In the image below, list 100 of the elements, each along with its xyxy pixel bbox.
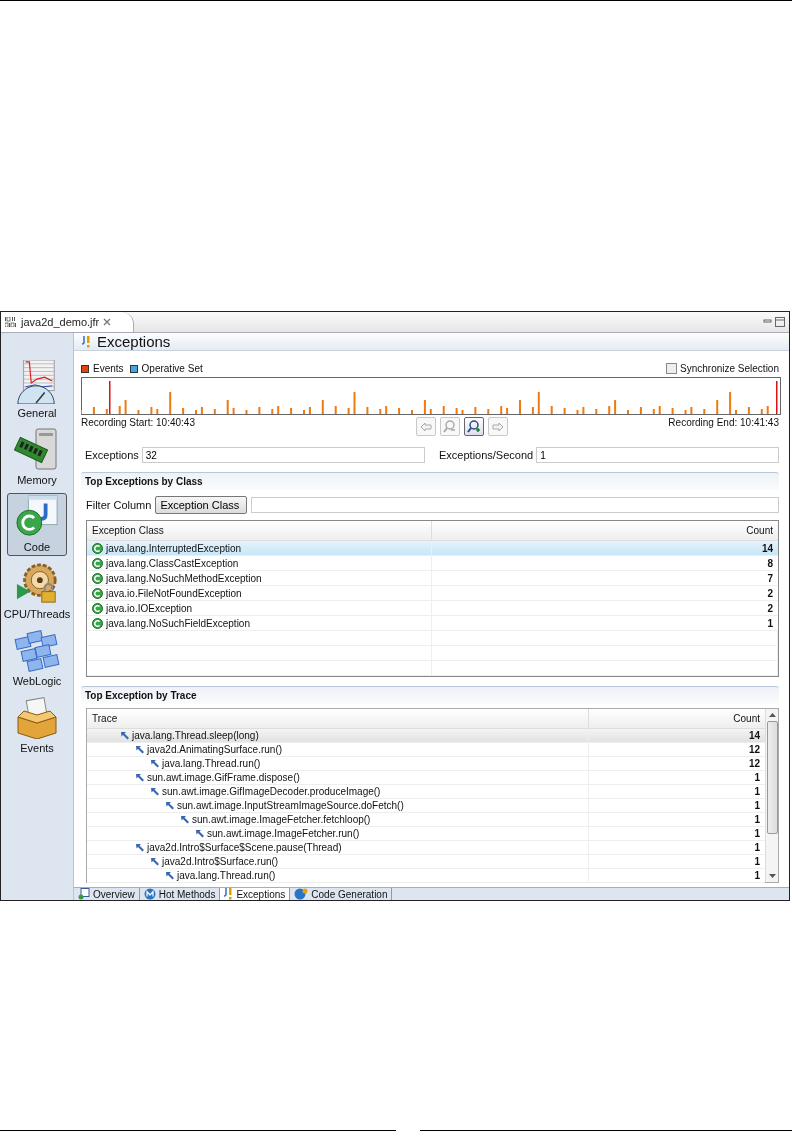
class-icon: [92, 617, 103, 629]
table-cell: java.lang.NoSuchMethodException: [106, 572, 262, 584]
tree-row[interactable]: sun.awt.image.InputStreamImageSource.doFetch() 1: [87, 799, 765, 813]
table-cell: sun.awt.image.InputStreamImageSource.doFetch(): [177, 800, 404, 811]
value-field[interactable]: 32: [141, 447, 425, 463]
table-cell-text: 8: [766, 556, 774, 570]
table-cell-text: 1: [753, 771, 761, 784]
memory-module-icon: [14, 427, 60, 471]
sidebar-item[interactable]: General: [7, 359, 67, 422]
forward-arrow-icon: [491, 421, 504, 432]
table-cell-text: 1: [753, 827, 761, 840]
class-icon: [92, 587, 103, 599]
close-icon[interactable]: [103, 318, 112, 326]
table-cell-text: 1: [766, 616, 774, 630]
zoom-in-button[interactable]: [463, 417, 484, 436]
page-tab[interactable]: Exceptions: [220, 888, 291, 900]
checkbox[interactable]: [666, 363, 678, 374]
table-cell: java.lang.Thread.sleep(long): [132, 730, 259, 741]
filter-field[interactable]: [251, 497, 779, 513]
table-cell: java2d.Intro$Surface.run(): [162, 856, 279, 867]
table-row[interactable]: java.lang.NoSuchFieldException 1: [87, 616, 778, 631]
tree-row[interactable]: java.lang.Thread.run() 12: [87, 757, 765, 771]
table-cell-text: 1: [753, 841, 761, 854]
table-cell-text: 1: [753, 869, 761, 882]
sidebar-item[interactable]: WebLogic: [7, 627, 67, 690]
recording-end-label: Recording End: 10:41:43: [668, 417, 779, 428]
table-cell: sun.awt.image.ImageFetcher.run(): [207, 828, 360, 839]
table-cell: sun.awt.image.GifFrame.dispose(): [147, 772, 300, 783]
sidebar-item[interactable]: Code: [7, 493, 67, 556]
table-cell: sun.awt.image.GifImageDecoder.produceImage(): [162, 786, 381, 797]
table-cell-text: 1: [753, 855, 761, 868]
section-header: Top Exceptions by Class: [81, 472, 779, 490]
table-cell-text: 2: [766, 601, 774, 615]
table-cell-text: 7: [766, 571, 774, 585]
field-label: Exceptions: [85, 449, 139, 461]
title-bar: Exceptions: [74, 333, 789, 351]
tree-row[interactable]: java2d.Intro$Surface.run() 1: [87, 855, 765, 869]
binary-file-icon: [5, 317, 17, 327]
gear-lock-icon: [14, 561, 60, 605]
tree-row[interactable]: sun.awt.image.ImageFetcher.run() 1: [87, 827, 765, 841]
recording-start-label: Recording Start: 10:40:43: [81, 417, 195, 428]
table-cell: java2d.AnimatingSurface.run(): [147, 744, 283, 755]
column-header[interactable]: Trace: [87, 709, 589, 728]
exception-icon: [224, 888, 234, 900]
scrollbar[interactable]: [765, 709, 778, 882]
box-icon: [14, 697, 60, 739]
column-header[interactable]: Exception Class: [87, 521, 432, 540]
value-field[interactable]: 1: [536, 447, 779, 463]
table-row[interactable]: java.lang.InterruptedException 14: [87, 541, 778, 556]
class-window-icon: [14, 494, 60, 538]
legend-label: Operative Set: [141, 363, 203, 374]
table-cell-text: 14: [747, 729, 761, 742]
table-row[interactable]: java.io.IOException 2: [87, 601, 778, 616]
table-row[interactable]: java.lang.NoSuchMethodException 7: [87, 571, 778, 586]
column-header[interactable]: Count: [589, 709, 765, 728]
tree-row[interactable]: java.lang.Thread.sleep(long) 14: [87, 729, 765, 743]
legend-label: Events: [93, 363, 124, 374]
table-cell-text: 1: [753, 813, 761, 826]
tiles-icon: [14, 628, 60, 672]
tree-row[interactable]: sun.awt.image.GifFrame.dispose() 1: [87, 771, 765, 785]
scroll-up-icon[interactable]: [768, 713, 776, 717]
column-dropdown[interactable]: Exception Class: [155, 496, 248, 514]
tree-row[interactable]: sun.awt.image.ImageFetcher.fetchloop() 1: [87, 813, 765, 827]
page-tab[interactable]: Overview: [74, 888, 140, 900]
sidebar-item[interactable]: Memory: [7, 426, 67, 489]
table-cell-text: 1: [753, 785, 761, 798]
table-cell-text: 12: [747, 743, 761, 756]
table-cell-text: 2: [766, 586, 774, 600]
table-cell: java.lang.NoSuchFieldException: [106, 617, 250, 629]
tree-row[interactable]: java2d.Intro$Surface$Scene.pause(Thread) 1: [87, 841, 765, 855]
column-header[interactable]: Count: [432, 521, 778, 540]
sidebar-item[interactable]: Events: [7, 694, 67, 757]
table-cell: java.lang.ClassCastException: [106, 557, 239, 569]
table-cell: java.io.IOException: [106, 602, 193, 614]
table-row[interactable]: java.lang.ClassCastException 8: [87, 556, 778, 571]
class-icon: [92, 602, 103, 614]
back-arrow-icon: [419, 421, 432, 432]
table-cell: java2d.Intro$Surface$Scene.pause(Thread): [147, 842, 342, 853]
magnifier-icon: [467, 420, 481, 433]
page-tab[interactable]: Code Generation: [290, 888, 393, 900]
class-icon: [92, 572, 103, 584]
table-cell-text: 12: [747, 757, 761, 770]
exception-icon: [82, 335, 91, 348]
class-icon: [92, 557, 103, 569]
table-cell-text: 14: [760, 541, 774, 555]
tree-row[interactable]: java2d.AnimatingSurface.run() 12: [87, 743, 765, 757]
table-row[interactable]: java.io.FileNotFoundException 2: [87, 586, 778, 601]
table-cell: java.lang.Thread.run(): [162, 758, 261, 769]
editor-tab[interactable]: java2d_demo.jfr: [1, 312, 135, 332]
scroll-down-icon[interactable]: [768, 874, 776, 878]
maximize-icon[interactable]: [775, 317, 785, 327]
table-cell: java.io.FileNotFoundException: [106, 587, 242, 599]
synchronize-checkbox[interactable]: Synchronize Selection: [666, 363, 779, 374]
tree-row[interactable]: sun.awt.image.GifImageDecoder.produceImage() 1: [87, 785, 765, 799]
section-header: Top Exception by Trace: [81, 686, 779, 704]
field-label: Exceptions/Second: [439, 449, 534, 461]
table-cell-text: 1: [753, 799, 761, 812]
tree-row[interactable]: java.lang.Thread.run() 1: [87, 869, 765, 883]
table-cell: java.lang.InterruptedException: [106, 542, 242, 554]
magnifier-icon: [443, 420, 457, 433]
